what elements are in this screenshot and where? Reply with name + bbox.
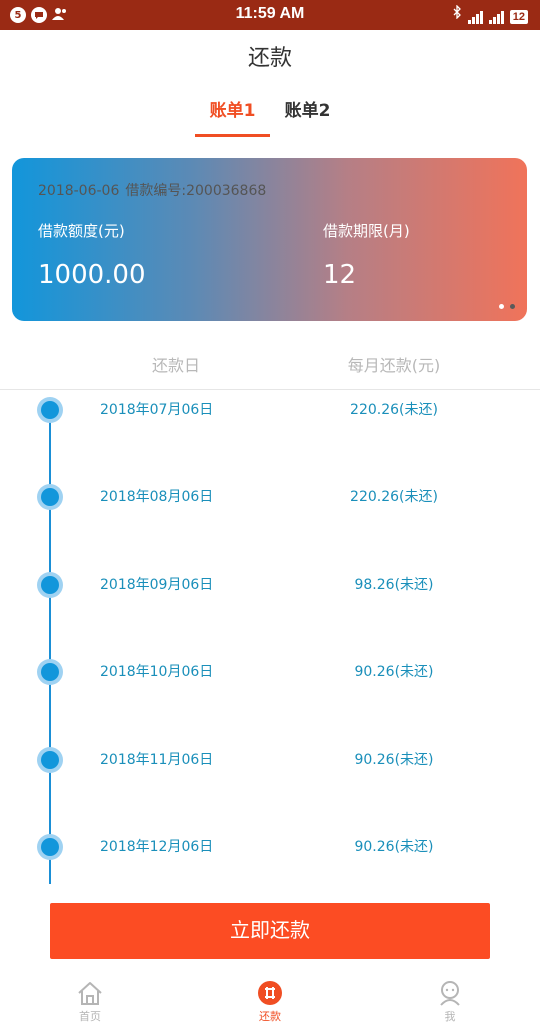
row-amount: 90.26(未还) — [354, 839, 434, 855]
row-amount: 90.26(未还) — [354, 752, 434, 768]
nav-label: 我 — [444, 1010, 456, 1023]
battery-icon: 12 — [509, 10, 528, 24]
bill-tabs: 账单1 账单2 — [0, 96, 540, 141]
nav-item-repay[interactable]: 还款 — [230, 978, 310, 1030]
pager-dot-active[interactable] — [499, 304, 504, 309]
home-icon — [50, 980, 130, 1006]
row-amount: 220.26(未还) — [350, 489, 438, 505]
loan-number: 借款编号:200036868 — [125, 183, 267, 199]
tab-label: 账单1 — [209, 101, 256, 121]
loan-date: 2018-06-06 — [38, 183, 120, 199]
nav-label: 还款 — [259, 1010, 281, 1023]
timeline-node-icon — [37, 397, 63, 423]
status-right-icons: 12 — [453, 4, 528, 24]
loan-term-label: 借款期限(月) — [323, 222, 410, 240]
profile-icon — [410, 980, 490, 1006]
tab-label: 账单2 — [284, 101, 331, 121]
row-amount: 220.26(未还) — [350, 402, 438, 418]
timeline-node-icon — [37, 747, 63, 773]
nav-label: 首页 — [79, 1010, 101, 1023]
schedule-row: 2018年10月06日 90.26(未还) — [0, 659, 540, 689]
bottom-nav: 首页 还款 我 — [0, 978, 540, 1030]
schedule-row: 2018年12月06日 90.26(未还) — [0, 834, 540, 864]
pager-dot[interactable] — [510, 304, 515, 309]
active-tab-indicator — [195, 134, 270, 137]
timeline-node-icon — [37, 572, 63, 598]
row-date: 2018年07月06日 — [100, 402, 214, 418]
row-date: 2018年10月06日 — [100, 664, 214, 680]
loan-term-value: 12 — [323, 260, 357, 290]
repay-icon — [230, 980, 310, 1006]
schedule-row: 2018年07月06日 220.26(未还) — [0, 397, 540, 427]
timeline-node-icon — [37, 834, 63, 860]
page-title: 还款 — [247, 46, 292, 71]
loan-amount-label: 借款额度(元) — [38, 222, 125, 240]
signal-icon-2 — [488, 10, 504, 24]
loan-amount-value: 1000.00 — [38, 260, 146, 290]
row-amount: 90.26(未还) — [354, 664, 434, 680]
loan-meta: 2018-06-06 借款编号:200036868 — [38, 180, 266, 200]
row-amount: 98.26(未还) — [354, 577, 434, 593]
nav-item-me[interactable]: 我 — [410, 978, 490, 1030]
schedule-date-header: 还款日 — [151, 356, 200, 375]
tab-bill-2[interactable]: 账单2 — [275, 96, 340, 141]
status-bar: 5 11:59 AM 12 — [0, 0, 540, 30]
schedule-row: 2018年11月06日 90.26(未还) — [0, 747, 540, 777]
row-date: 2018年08月06日 — [100, 489, 214, 505]
loan-card[interactable]: 2018-06-06 借款编号:200036868 借款额度(元) 1000.00… — [12, 158, 527, 321]
timeline-node-icon — [37, 484, 63, 510]
row-date: 2018年11月06日 — [100, 752, 214, 768]
card-pager — [499, 304, 515, 309]
schedule-row: 2018年09月06日 98.26(未还) — [0, 572, 540, 602]
bluetooth-icon — [453, 4, 462, 24]
tab-bill-1[interactable]: 账单1 — [195, 96, 270, 141]
timeline-line — [49, 400, 51, 884]
repay-now-button[interactable]: 立即还款 — [50, 903, 490, 959]
schedule-amount-header: 每月还款(元) — [347, 356, 441, 375]
nav-item-home[interactable]: 首页 — [50, 978, 130, 1030]
timeline-node-icon — [37, 659, 63, 685]
signal-icon — [467, 10, 483, 24]
schedule-row: 2018年08月06日 220.26(未还) — [0, 484, 540, 514]
row-date: 2018年12月06日 — [100, 839, 214, 855]
row-date: 2018年09月06日 — [100, 577, 214, 593]
schedule-header: 还款日 每月还款(元) — [0, 352, 540, 390]
